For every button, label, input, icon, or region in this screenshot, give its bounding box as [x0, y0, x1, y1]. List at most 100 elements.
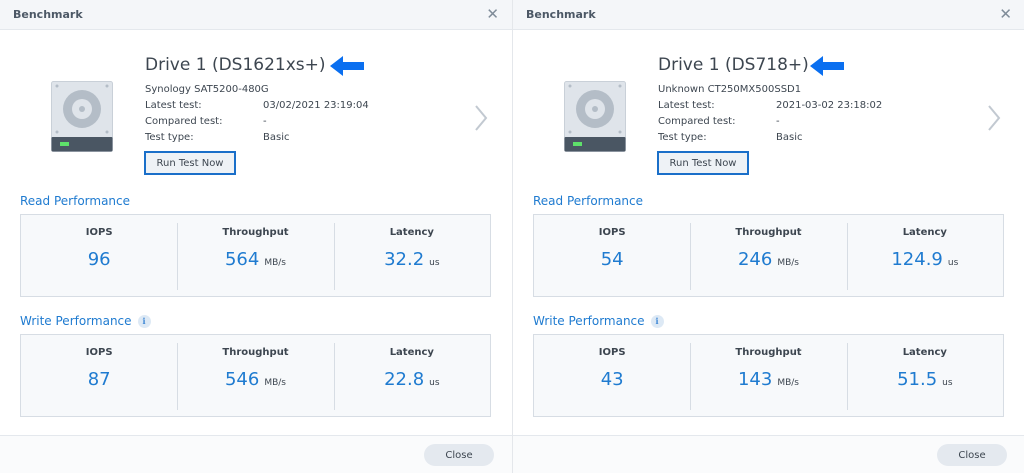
metric-unit: us [429, 258, 440, 268]
info-icon[interactable]: i [137, 314, 151, 328]
metric-name: Latency [389, 227, 434, 238]
info-value: 03/02/2021 23:19:04 [263, 100, 369, 111]
metric-value-row: 124.9 us [847, 249, 1003, 270]
arrow-left-icon [810, 56, 844, 76]
info-label: Latest test: [145, 100, 202, 111]
metric-value: 124.9 [891, 249, 943, 270]
info-label: Test type: [145, 132, 194, 143]
metric-unit: MB/s [264, 378, 286, 388]
info-row-test-type: Test type: Basic [658, 132, 958, 148]
write-performance-text: Write Performance [20, 314, 132, 328]
dialog-title: Benchmark [13, 8, 83, 21]
test-info: Latest test: 2021-03-02 23:18:02 Compare… [658, 100, 958, 148]
metric-throughput: Throughput 564 MB/s [177, 215, 333, 296]
chevron-right-icon[interactable] [987, 104, 1001, 132]
metric-unit: us [942, 378, 953, 388]
write-performance-panel: IOPS 43 Throughput 143 MB/s Latency 51.5 u… [533, 334, 1004, 417]
write-performance-panel: IOPS 87 Throughput 546 MB/s Latency 22.8 u… [20, 334, 491, 417]
dialog-titlebar: Benchmark ✕ [0, 0, 512, 30]
metric-value: 546 [224, 369, 260, 390]
metric-value-row: 43 [534, 369, 690, 390]
dialog-footer: Close [513, 436, 1024, 473]
metric-value-row: 51.5 us [847, 369, 1003, 390]
dialog-titlebar: Benchmark ✕ [513, 0, 1024, 30]
test-info: Latest test: 03/02/2021 23:19:04 Compare… [145, 100, 445, 148]
metric-iops: IOPS 54 [534, 215, 690, 296]
metric-name: Latency [902, 227, 947, 238]
info-row-test-type: Test type: Basic [145, 132, 445, 148]
metric-value: 54 [600, 249, 624, 270]
chevron-right-icon[interactable] [474, 104, 488, 132]
info-row-latest-test: Latest test: 03/02/2021 23:19:04 [145, 100, 445, 116]
metric-name: IOPS [85, 227, 113, 238]
drive-icon [564, 81, 626, 152]
drive-model: Synology SAT5200-480G [145, 84, 269, 95]
close-button[interactable]: Close [937, 444, 1007, 466]
metric-value: 143 [737, 369, 773, 390]
info-label: Latest test: [658, 100, 715, 111]
metric-iops: IOPS 87 [21, 335, 177, 416]
info-value: - [263, 116, 267, 127]
drive-title: Drive 1 (DS718+) [658, 55, 809, 75]
metric-name: IOPS [598, 347, 626, 358]
metric-name: Throughput [735, 227, 802, 238]
metric-value: 564 [224, 249, 260, 270]
close-icon[interactable]: ✕ [999, 6, 1012, 22]
info-value: Basic [263, 132, 290, 143]
info-value: 2021-03-02 23:18:02 [776, 100, 883, 111]
dialog-footer: Close [0, 436, 512, 473]
benchmark-dialog-right: Benchmark ✕ Drive 1 (DS718+) Unknown CT2… [513, 0, 1024, 473]
read-performance-label: Read Performance [533, 194, 644, 208]
metric-unit: MB/s [777, 258, 799, 268]
metric-name: Latency [902, 347, 947, 358]
metric-throughput: Throughput 546 MB/s [177, 335, 333, 416]
metric-throughput: Throughput 246 MB/s [690, 215, 846, 296]
metric-value-row: 564 MB/s [177, 249, 333, 270]
metric-value-row: 546 MB/s [177, 369, 333, 390]
metric-value: 22.8 [384, 369, 425, 390]
metric-value: 43 [600, 369, 624, 390]
metric-name: Latency [389, 347, 434, 358]
metric-name: Throughput [222, 347, 289, 358]
write-performance-label: Write Performance i [20, 314, 151, 328]
metric-name: IOPS [598, 227, 626, 238]
drive-icon [51, 81, 113, 152]
metric-unit: MB/s [777, 378, 799, 388]
info-row-latest-test: Latest test: 2021-03-02 23:18:02 [658, 100, 958, 116]
metric-value: 51.5 [897, 369, 938, 390]
arrow-left-icon [330, 56, 364, 76]
metric-value-row: 22.8 us [334, 369, 490, 390]
metric-name: Throughput [735, 347, 802, 358]
close-icon[interactable]: ✕ [486, 6, 499, 22]
metric-value: 32.2 [384, 249, 425, 270]
metric-value-row: 96 [21, 249, 177, 270]
drive-title: Drive 1 (DS1621xs+) [145, 55, 326, 75]
read-performance-label: Read Performance [20, 194, 131, 208]
metric-value-row: 87 [21, 369, 177, 390]
metric-name: IOPS [85, 347, 113, 358]
info-icon[interactable]: i [650, 314, 664, 328]
info-label: Compared test: [658, 116, 736, 127]
metric-value-row: 143 MB/s [690, 369, 846, 390]
metric-unit: us [947, 258, 959, 268]
info-value: - [776, 116, 780, 127]
metric-value: 96 [87, 249, 111, 270]
metric-latency: Latency 51.5 us [846, 335, 1003, 416]
dialog-title: Benchmark [526, 8, 596, 21]
metric-value: 87 [87, 369, 111, 390]
metric-value-row: 246 MB/s [690, 249, 846, 270]
metric-latency: Latency 32.2 us [333, 215, 490, 296]
run-test-button[interactable]: Run Test Now [657, 151, 749, 175]
write-performance-label: Write Performance i [533, 314, 664, 328]
read-performance-panel: IOPS 54 Throughput 246 MB/s Latency 124.9… [533, 214, 1004, 297]
info-label: Test type: [658, 132, 707, 143]
close-button[interactable]: Close [424, 444, 494, 466]
metric-value: 246 [737, 249, 773, 270]
metric-value-row: 54 [534, 249, 690, 270]
run-test-button[interactable]: Run Test Now [144, 151, 236, 175]
metric-unit: us [429, 378, 440, 388]
write-performance-text: Write Performance [533, 314, 645, 328]
metric-iops: IOPS 96 [21, 215, 177, 296]
metric-unit: MB/s [264, 258, 286, 268]
read-performance-panel: IOPS 96 Throughput 564 MB/s Latency 32.2 u… [20, 214, 491, 297]
